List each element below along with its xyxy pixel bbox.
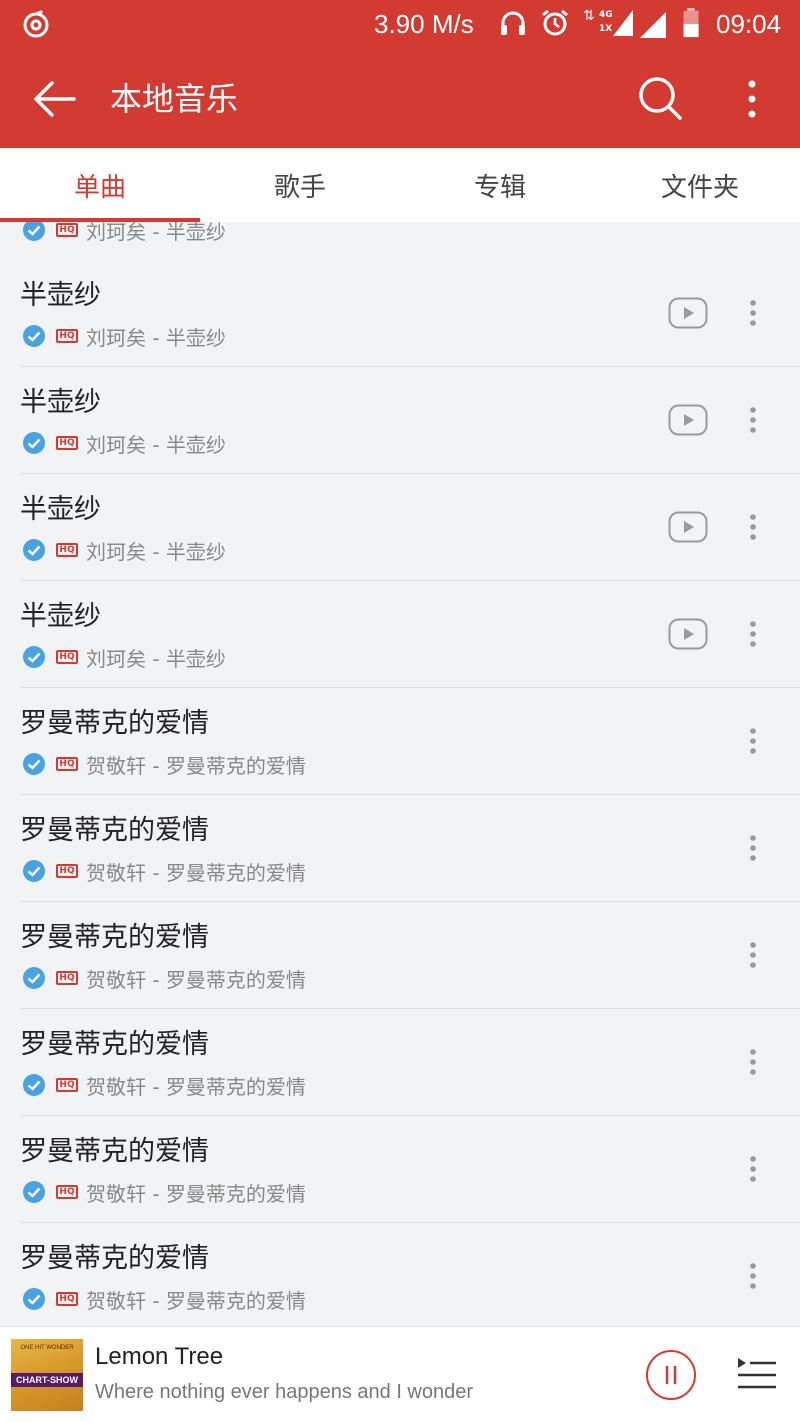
song-title: 罗曼蒂克的爱情 [20, 1029, 209, 1060]
check-circle-icon [23, 860, 45, 882]
check-circle-icon [23, 1181, 45, 1203]
playlist-icon[interactable] [736, 1355, 778, 1391]
hq-badge: HQ [56, 436, 78, 450]
mv-play-icon[interactable] [668, 511, 708, 543]
song-subtitle: 刘珂矣 - 半壶纱 [86, 222, 226, 244]
mini-player[interactable]: ONE HIT WONDER CHART-SHOW Lemon Tree Whe… [0, 1326, 800, 1422]
hq-badge: HQ [56, 329, 78, 343]
more-vertical-icon[interactable] [738, 726, 768, 756]
signal-icon [613, 10, 633, 36]
app-bar: 本地音乐 [0, 50, 800, 148]
more-vertical-icon[interactable] [738, 833, 768, 863]
song-subtitle: 贺敬轩 - 罗曼蒂克的爱情 [86, 860, 306, 885]
check-circle-icon [23, 539, 45, 561]
more-vertical-icon[interactable] [738, 1154, 768, 1184]
tab-folders[interactable]: 文件夹 [600, 148, 800, 222]
list-item[interactable]: 罗曼蒂克的爱情 HQ 贺敬轩 - 罗曼蒂克的爱情 [0, 795, 800, 902]
song-subtitle: 刘珂矣 - 半壶纱 [86, 325, 226, 350]
clock: 09:04 [716, 9, 782, 39]
search-icon[interactable] [636, 74, 684, 122]
song-subtitle: 贺敬轩 - 罗曼蒂克的爱情 [86, 753, 306, 778]
check-circle-icon [23, 1074, 45, 1096]
status-bar: 3.90 M/s ⇅ 4G 1X 09:04 [0, 0, 800, 50]
now-playing-title: Lemon Tree [95, 1343, 224, 1370]
list-item[interactable]: 半壶纱 HQ 刘珂矣 - 半壶纱 [0, 474, 800, 581]
battery-icon [683, 8, 699, 38]
check-circle-icon [23, 1288, 45, 1310]
tab-bar: 单曲 歌手 专辑 文件夹 [0, 148, 800, 222]
cell-signal-icon [640, 12, 666, 38]
netease-music-icon [23, 10, 49, 38]
hq-badge: HQ [56, 864, 78, 878]
mv-play-icon[interactable] [668, 404, 708, 436]
song-title: 半壶纱 [20, 387, 101, 418]
check-circle-icon [23, 325, 45, 347]
more-vertical-icon[interactable] [738, 1261, 768, 1291]
pause-icon[interactable] [645, 1349, 697, 1401]
song-subtitle: 刘珂矣 - 半壶纱 [86, 646, 226, 671]
hq-badge: HQ [56, 1185, 78, 1199]
alarm-icon [542, 9, 568, 36]
hq-badge: HQ [56, 757, 78, 771]
check-circle-icon [23, 967, 45, 989]
check-circle-icon [23, 753, 45, 775]
song-subtitle: 贺敬轩 - 罗曼蒂克的爱情 [86, 1288, 306, 1313]
more-vertical-icon[interactable] [738, 1047, 768, 1077]
more-vertical-icon[interactable] [738, 512, 768, 542]
tab-albums[interactable]: 专辑 [400, 148, 600, 222]
tab-songs[interactable]: 单曲 [0, 148, 200, 222]
list-item[interactable]: 罗曼蒂克的爱情 HQ 贺敬轩 - 罗曼蒂克的爱情 [0, 1009, 800, 1116]
song-list[interactable]: HQ 刘珂矣 - 半壶纱 半壶纱 HQ 刘珂矣 - 半壶纱 半壶纱 HQ 刘珂矣 - 半壶… [0, 222, 800, 1326]
song-subtitle: 刘珂矣 - 半壶纱 [86, 432, 226, 457]
more-vertical-icon[interactable] [738, 405, 768, 435]
check-circle-icon [23, 222, 45, 241]
song-title: 罗曼蒂克的爱情 [20, 1136, 209, 1167]
list-item[interactable]: 罗曼蒂克的爱情 HQ 贺敬轩 - 罗曼蒂克的爱情 [0, 1223, 800, 1326]
tab-artists[interactable]: 歌手 [200, 148, 400, 222]
more-vertical-icon[interactable] [738, 940, 768, 970]
list-item[interactable]: 半壶纱 HQ 刘珂矣 - 半壶纱 [0, 260, 800, 367]
hq-badge: HQ [56, 543, 78, 557]
song-subtitle: 刘珂矣 - 半壶纱 [86, 539, 226, 564]
song-title: 罗曼蒂克的爱情 [20, 815, 209, 846]
list-item-partial[interactable]: HQ 刘珂矣 - 半壶纱 [0, 222, 800, 260]
now-playing-lyric: Where nothing ever happens and I wonder [95, 1381, 474, 1403]
more-vertical-icon[interactable] [738, 298, 768, 328]
list-item[interactable]: 罗曼蒂克的爱情 HQ 贺敬轩 - 罗曼蒂克的爱情 [0, 688, 800, 795]
headphones-icon [501, 11, 525, 35]
mv-play-icon[interactable] [668, 297, 708, 329]
network-speed: 3.90 M/s [374, 9, 474, 39]
check-circle-icon [23, 432, 45, 454]
hq-badge: HQ [56, 1078, 78, 1092]
song-subtitle: 贺敬轩 - 罗曼蒂克的爱情 [86, 967, 306, 992]
page-title: 本地音乐 [110, 80, 239, 118]
list-item[interactable]: 罗曼蒂克的爱情 HQ 贺敬轩 - 罗曼蒂克的爱情 [0, 902, 800, 1009]
hq-badge: HQ [56, 650, 78, 664]
hq-badge: HQ [56, 971, 78, 985]
list-item[interactable]: 半壶纱 HQ 刘珂矣 - 半壶纱 [0, 581, 800, 688]
song-subtitle: 贺敬轩 - 罗曼蒂克的爱情 [86, 1181, 306, 1206]
back-arrow-icon[interactable] [30, 74, 80, 124]
album-cover[interactable]: ONE HIT WONDER CHART-SHOW [11, 1339, 83, 1411]
hq-badge: HQ [56, 1292, 78, 1306]
more-vertical-icon[interactable] [738, 619, 768, 649]
song-title: 半壶纱 [20, 494, 101, 525]
song-title: 罗曼蒂克的爱情 [20, 922, 209, 953]
song-subtitle: 贺敬轩 - 罗曼蒂克的爱情 [86, 1074, 306, 1099]
song-title: 半壶纱 [20, 280, 101, 311]
mobile-signal-indicator: ⇅ 4G 1X [583, 8, 633, 40]
mv-play-icon[interactable] [668, 618, 708, 650]
check-circle-icon [23, 646, 45, 668]
song-title: 罗曼蒂克的爱情 [20, 708, 209, 739]
list-item[interactable]: 半壶纱 HQ 刘珂矣 - 半壶纱 [0, 367, 800, 474]
more-vertical-icon[interactable] [736, 74, 768, 124]
list-item[interactable]: 罗曼蒂克的爱情 HQ 贺敬轩 - 罗曼蒂克的爱情 [0, 1116, 800, 1223]
song-title: 半壶纱 [20, 601, 101, 632]
hq-badge: HQ [56, 223, 78, 237]
song-title: 罗曼蒂克的爱情 [20, 1243, 209, 1274]
